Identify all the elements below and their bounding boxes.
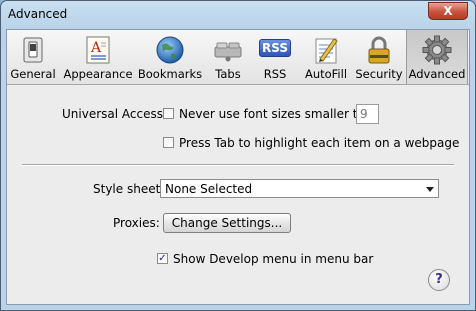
- tab-highlight-checkbox[interactable]: [163, 137, 174, 148]
- globe-icon: [156, 36, 184, 64]
- tabs-icon: [214, 42, 242, 62]
- tab-tabs[interactable]: Tabs: [207, 30, 249, 84]
- svg-text:A: A: [90, 40, 102, 56]
- preferences-window: Advanced X General A Appearance Bookmark…: [0, 0, 476, 311]
- tab-appearance[interactable]: A Appearance: [62, 30, 134, 84]
- tab-label: Bookmarks: [137, 67, 203, 81]
- preferences-pane: General A Appearance Bookmarks Tabs RSS …: [6, 29, 470, 305]
- window-title: Advanced: [8, 7, 68, 21]
- tab-general[interactable]: General: [10, 30, 56, 84]
- tab-label: Tabs: [215, 67, 241, 81]
- appearance-font-icon: A: [86, 36, 110, 64]
- change-settings-button[interactable]: Change Settings...: [163, 213, 291, 233]
- tab-label: Security: [355, 67, 403, 81]
- min-font-size-input[interactable]: 9: [356, 104, 379, 124]
- develop-menu-checkbox[interactable]: ✓: [157, 253, 168, 264]
- develop-menu-label: Show Develop menu in menu bar: [173, 252, 374, 266]
- close-button[interactable]: X: [428, 2, 468, 20]
- title-bar[interactable]: Advanced X: [1, 1, 475, 29]
- tab-label: General: [10, 67, 56, 81]
- proxies-label: Proxies:: [113, 216, 160, 230]
- rss-icon: RSS: [259, 39, 291, 57]
- tab-rss[interactable]: RSS RSS: [255, 30, 295, 84]
- min-font-size-label: Never use font sizes smaller than: [179, 107, 381, 121]
- preferences-toolbar: General A Appearance Bookmarks Tabs RSS …: [7, 30, 469, 85]
- chevron-down-icon: [426, 187, 434, 192]
- help-button[interactable]: ?: [428, 269, 450, 291]
- style-sheet-select[interactable]: None Selected: [160, 179, 439, 198]
- padlock-icon: [368, 36, 390, 64]
- tab-highlight-label: Press Tab to highlight each item on a we…: [179, 136, 460, 150]
- tab-security[interactable]: Security: [355, 30, 403, 84]
- tab-autofill[interactable]: AutoFill: [300, 30, 352, 84]
- general-switch-icon: [23, 37, 43, 63]
- autofill-pencil-icon: [315, 38, 338, 64]
- universal-access-label: Universal Access:: [62, 107, 168, 121]
- gear-icon: [422, 35, 452, 65]
- tab-label: RSS: [263, 67, 287, 81]
- tab-advanced[interactable]: Advanced: [406, 30, 468, 84]
- min-font-size-checkbox[interactable]: [163, 108, 174, 119]
- tab-bookmarks[interactable]: Bookmarks: [137, 30, 203, 84]
- tab-label: Appearance: [63, 67, 133, 81]
- tab-label: Advanced: [408, 67, 466, 81]
- rss-badge-text: RSS: [262, 41, 288, 55]
- tab-label: AutoFill: [304, 67, 348, 81]
- section-divider: [22, 164, 454, 166]
- style-sheet-label: Style sheet:: [93, 182, 165, 196]
- style-sheet-value: None Selected: [165, 182, 253, 196]
